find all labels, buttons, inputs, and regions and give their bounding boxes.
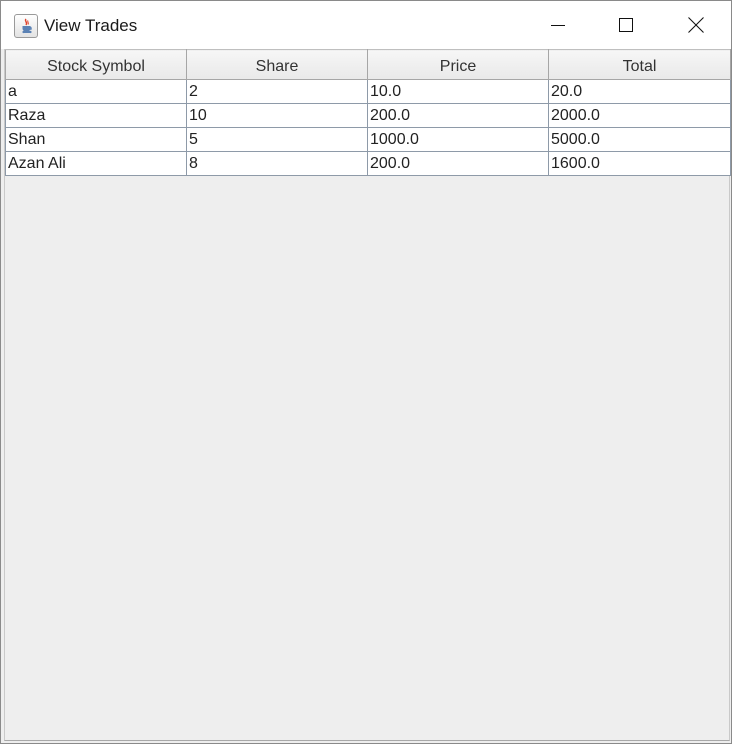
table-row[interactable]: Shan 5 1000.0 5000.0	[5, 127, 731, 152]
cell-stock-symbol[interactable]: Shan	[5, 127, 187, 152]
table-header-row: Stock Symbol Share Price Total	[5, 49, 731, 80]
header-total[interactable]: Total	[548, 49, 731, 80]
cell-total[interactable]: 1600.0	[548, 151, 731, 176]
minimize-icon	[551, 25, 565, 26]
title-bar[interactable]: View Trades	[1, 1, 731, 49]
header-stock-symbol[interactable]: Stock Symbol	[5, 49, 187, 80]
cell-price[interactable]: 200.0	[367, 151, 549, 176]
close-button[interactable]	[662, 1, 730, 49]
cell-stock-symbol[interactable]: a	[5, 79, 187, 104]
header-price[interactable]: Price	[367, 49, 549, 80]
window-title: View Trades	[44, 16, 138, 35]
cell-total[interactable]: 20.0	[548, 79, 731, 104]
content-pane: Stock Symbol Share Price Total a 2 10.0 …	[4, 49, 731, 741]
cell-price[interactable]: 1000.0	[367, 127, 549, 152]
cell-price[interactable]: 10.0	[367, 79, 549, 104]
maximize-button[interactable]	[592, 1, 660, 49]
cell-share[interactable]: 10	[186, 103, 368, 128]
table-row[interactable]: a 2 10.0 20.0	[5, 79, 731, 104]
cell-share[interactable]: 5	[186, 127, 368, 152]
cell-share[interactable]: 2	[186, 79, 368, 104]
view-trades-window: View Trades Stock Symbol Share Price Tot…	[0, 0, 732, 744]
cell-total[interactable]: 2000.0	[548, 103, 731, 128]
cell-share[interactable]: 8	[186, 151, 368, 176]
cell-stock-symbol[interactable]: Azan Ali	[5, 151, 187, 176]
header-share[interactable]: Share	[186, 49, 368, 80]
java-cup-icon[interactable]	[14, 14, 38, 38]
table-row[interactable]: Raza 10 200.0 2000.0	[5, 103, 731, 128]
cell-stock-symbol[interactable]: Raza	[5, 103, 187, 128]
table-row[interactable]: Azan Ali 8 200.0 1600.0	[5, 151, 731, 176]
cell-price[interactable]: 200.0	[367, 103, 549, 128]
trades-table: Stock Symbol Share Price Total a 2 10.0 …	[5, 49, 731, 176]
close-icon	[688, 17, 704, 33]
cell-total[interactable]: 5000.0	[548, 127, 731, 152]
maximize-icon	[619, 18, 633, 32]
minimize-button[interactable]	[524, 1, 592, 49]
